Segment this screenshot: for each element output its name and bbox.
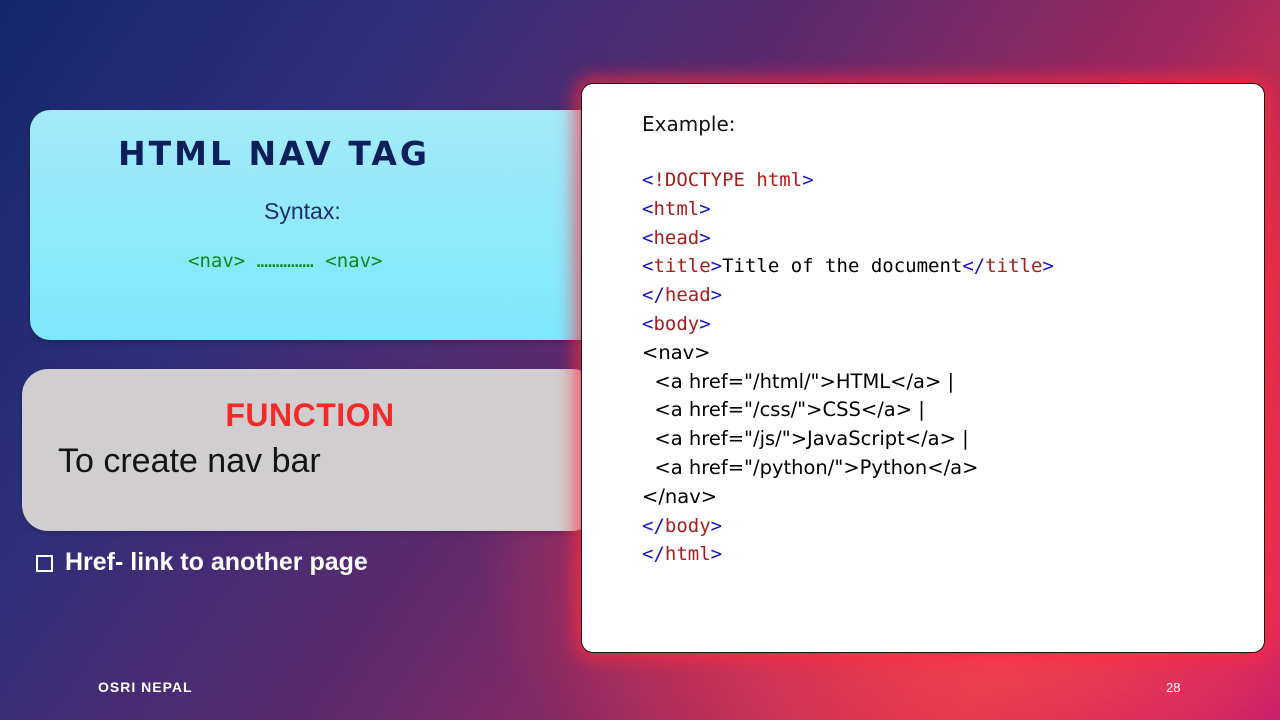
function-card: FUNCTION To create nav bar	[22, 369, 598, 531]
function-heading: FUNCTION	[225, 397, 395, 433]
code-token: >	[710, 255, 723, 278]
code-token: !DOCTYPE	[653, 169, 745, 191]
code-line: <a href="/html/">HTML</a> |	[642, 368, 1054, 397]
code-token: </nav>	[642, 484, 718, 508]
code-token: html	[664, 543, 711, 566]
code-token: <	[642, 255, 654, 278]
code-line: <a href="/js/">JavaScript</a> |	[642, 425, 1054, 454]
code-token: <a href="/html/">HTML</a> |	[642, 369, 955, 393]
code-token: >	[699, 312, 711, 335]
bullet-text: Href- link to another page	[65, 548, 368, 576]
code-token: head	[664, 284, 711, 307]
code-token: >	[802, 169, 814, 191]
code-line: </nav>	[642, 483, 1054, 512]
code-line: <!DOCTYPE html>	[642, 166, 1054, 195]
code-token: >	[1042, 255, 1054, 278]
code-token: >	[710, 514, 723, 537]
code-token: <	[642, 312, 654, 335]
code-line: </body>	[642, 512, 1054, 541]
code-token: >	[710, 284, 723, 307]
code-token: </	[642, 514, 665, 537]
code-token: html	[653, 197, 700, 220]
code-line: <a href="/css/">CSS</a> |	[642, 396, 1054, 425]
slide: HTML NAV TAG Syntax: <nav> …………… <nav> F…	[0, 0, 1280, 720]
syntax-code: <nav> …………… <nav>	[188, 250, 383, 272]
code-token: <a href="/python/">Python</a>	[642, 455, 979, 479]
code-token: >	[710, 543, 723, 566]
code-block: <!DOCTYPE html> <html> <head> <title>Title …	[642, 166, 1054, 569]
code-line: </html>	[642, 540, 1054, 569]
code-token: </	[642, 284, 665, 307]
code-token: html	[756, 169, 803, 191]
code-example-card: Example: <!DOCTYPE html> <html> <head> <tit…	[581, 83, 1265, 653]
code-line: <body>	[642, 310, 1054, 339]
code-line: <a href="/python/">Python</a>	[642, 454, 1054, 483]
code-line: <html>	[642, 195, 1054, 224]
syntax-label: Syntax:	[264, 198, 341, 224]
code-token: Title of the document	[722, 255, 963, 278]
code-line: <head>	[642, 224, 1054, 253]
footer-org: OSRI NEPAL	[98, 679, 193, 695]
code-token: <	[642, 226, 654, 249]
code-token: body	[653, 312, 700, 335]
code-token: </	[642, 543, 665, 566]
code-token: <a href="/css/">CSS</a> |	[642, 398, 925, 422]
code-token: <	[642, 169, 654, 191]
code-line: <nav>	[642, 339, 1054, 368]
code-token: <a href="/js/">JavaScript</a> |	[642, 427, 969, 451]
slide-title: HTML NAV TAG	[118, 134, 431, 173]
code-line: <title>Title of the document</title>	[642, 252, 1054, 281]
page-number: 28	[1166, 680, 1181, 695]
code-token: body	[664, 514, 711, 537]
code-token: >	[699, 226, 711, 249]
example-label: Example:	[642, 112, 736, 136]
code-token: title	[653, 255, 711, 278]
function-description: To create nav bar	[58, 442, 321, 480]
code-token: head	[653, 226, 700, 249]
code-token: title	[985, 255, 1043, 278]
code-token: <	[642, 197, 654, 220]
code-token: </	[962, 255, 986, 278]
checkbox-square-icon	[36, 555, 53, 572]
code-token: <nav>	[642, 340, 711, 364]
title-card: HTML NAV TAG Syntax: <nav> …………… <nav>	[30, 110, 608, 340]
bullet-item: Href- link to another page	[36, 548, 368, 577]
code-line: </head>	[642, 281, 1054, 310]
code-token: >	[699, 197, 711, 220]
